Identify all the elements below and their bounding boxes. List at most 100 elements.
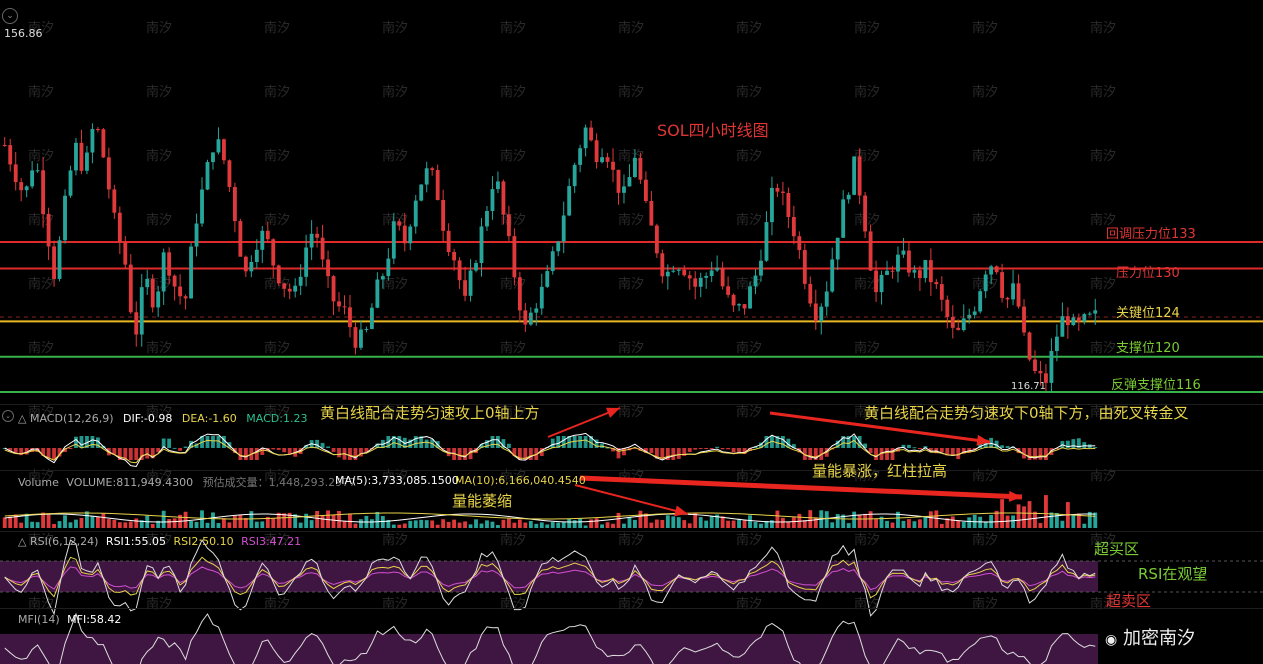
macd-bar [550,438,555,448]
volume-bar [2,517,7,528]
volume-bar [348,513,352,528]
candle-body [868,231,873,271]
macd-bar [276,448,281,450]
volume-bar [824,511,829,528]
volume-bar [545,524,550,528]
candle-body [627,177,632,187]
candle-body [770,187,774,223]
macd-bar [693,448,698,450]
candle-body [1016,283,1021,307]
candle-body [271,239,276,266]
candle-body [391,221,396,259]
candle-body [1000,272,1005,298]
volume-bar [687,523,692,528]
volume-bar [589,519,594,528]
macd-bar [337,448,341,458]
volume-bar [468,524,473,528]
bell-icon[interactable]: △ [18,535,26,548]
arrow-volume-shrink [574,484,689,515]
watermark-text: 南汐 [146,84,172,100]
macd-bar [463,448,467,460]
candle-body [402,225,407,244]
volume-bar [1027,501,1032,528]
watermark-text: 南汐 [146,596,172,612]
macd-indicator-name[interactable]: △ MACD(12,26,9) DIF:-0.98 DEA:-1.60 MACD… [18,412,307,425]
volume-bar [572,520,577,528]
candle-body [216,139,221,153]
macd-bar [676,448,681,459]
volume-bar [282,513,287,528]
volume-note-surge: 量能暴涨，红柱拉高 [812,462,948,480]
candle-body [309,233,314,248]
volume-bar [950,516,955,528]
volume-ma10: MA(10):6,166,040.4540 [455,474,586,487]
volume-bar [424,520,429,528]
candle-body [534,308,539,313]
volume-bar [337,510,341,528]
candle-body [879,274,884,293]
macd-bar [1005,446,1010,448]
bell-icon[interactable]: △ [18,412,26,425]
candle-body [561,215,566,242]
volume-bar [474,519,478,528]
volume-bar [923,516,928,528]
volume-bar [134,518,139,528]
candle-body [715,267,720,271]
volume-bar [912,521,917,528]
candle-body [249,262,254,272]
candle-body [649,201,654,226]
candle-body [145,278,150,288]
macd-bar [271,448,276,450]
watermark-text: 南汐 [1090,84,1116,100]
candle-body [907,250,911,273]
macd-bar [222,436,226,448]
candle-body [331,276,336,302]
watermark-text: 南汐 [500,84,526,100]
candle-body [611,161,615,170]
macd-bar [172,447,177,449]
candle-body [517,277,522,311]
candle-body [753,275,758,287]
volume-bar [775,510,780,528]
volume-indicator-header[interactable]: Volume VOLUME:811,949.4300 预估成交量：1,448,2… [18,474,356,490]
candle-body [808,283,813,304]
mfi-indicator-header[interactable]: MFI(14) MFI:58.42 [18,613,121,626]
volume-bar [622,523,626,528]
volume-bar [528,521,533,528]
candle-body [989,266,994,275]
candle-body [550,251,555,272]
mfi-value: MFI:58.42 [67,613,122,626]
mfi-name: MFI(14) [18,613,60,626]
volume-bar [928,511,933,528]
macd-bar [1071,439,1076,448]
volume-bar [446,521,451,528]
macd-bar [397,436,402,448]
volume-bar [901,520,906,528]
candle-body [1065,316,1070,326]
candle-body [676,269,681,271]
watermark-text: 南汐 [500,20,526,36]
macd-bar [1044,448,1048,460]
candle-body [556,241,561,252]
volume-bar [479,523,484,528]
volume-bar [786,521,791,528]
candle-body [572,164,577,187]
watermark-text: 南汐 [382,596,408,612]
candle-body [353,327,358,348]
collapse-icon[interactable]: ⌄ [2,410,14,422]
candle-body [123,242,128,265]
volume-bar [594,518,599,528]
volume-bar [550,522,555,528]
candle-body [232,187,237,222]
watermark-text: 南汐 [500,276,526,292]
watermark-text: 南汐 [972,532,998,548]
rsi-indicator-header[interactable]: △ RSI(6,12,24) RSI1:55.05 RSI2:50.10 RSI… [18,535,301,548]
candle-body [622,186,626,193]
candle-body [687,275,692,279]
macd-bar [79,436,84,448]
macd-bar [211,436,215,448]
candle-body [8,145,13,165]
collapse-icon[interactable]: ⌄ [2,8,18,24]
candle-body [950,316,955,328]
candle-body [846,194,851,200]
